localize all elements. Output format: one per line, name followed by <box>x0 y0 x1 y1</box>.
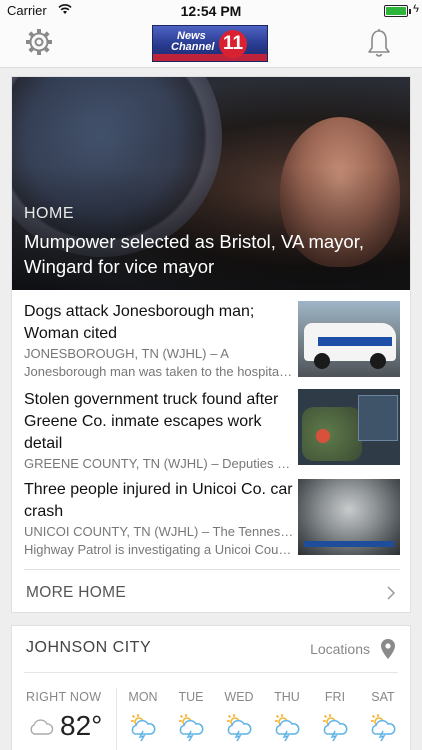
hero-section-label: HOME <box>24 205 74 222</box>
clock: 12:54 PM <box>180 3 242 19</box>
thunderstorm-icon <box>227 714 252 742</box>
forecast-day[interactable]: TUE <box>171 690 211 742</box>
hero-headline: Mumpower selected as Bristol, VA mayor, … <box>24 231 364 277</box>
forecast-day[interactable]: SAT <box>363 690 403 742</box>
story-snippet: UNICOI COUNTY, TN (WJHL) – The Tennessee… <box>24 524 294 557</box>
cloud-icon <box>30 719 54 735</box>
right-now-label: RIGHT NOW <box>26 690 102 704</box>
charging-icon: ϟ <box>413 3 419 15</box>
story-item[interactable]: Dogs attack Jonesborough man; Woman cite… <box>24 301 400 383</box>
weather-city: JOHNSON CITY <box>26 639 152 656</box>
thunderstorm-icon <box>323 714 348 742</box>
status-bar: Carrier 12:54 PM ϟ <box>0 0 422 22</box>
story-title: Dogs attack Jonesborough man; Woman cite… <box>24 303 255 342</box>
thunderstorm-icon <box>275 714 300 742</box>
thunderstorm-icon <box>179 714 204 742</box>
story-thumbnail <box>298 389 400 465</box>
forecast-day-name: MON <box>128 690 158 704</box>
forecast-day[interactable]: WED <box>219 690 259 742</box>
battery-icon <box>384 5 408 17</box>
forecast-day[interactable]: MON <box>123 690 163 742</box>
gear-icon[interactable] <box>24 27 54 57</box>
news-card: HOME Mumpower selected as Bristol, VA ma… <box>11 76 411 613</box>
locations-button[interactable]: Locations <box>310 641 370 657</box>
story-item[interactable]: Stolen government truck found after Gree… <box>24 389 400 471</box>
more-home-link[interactable]: MORE HOME <box>24 569 400 613</box>
top-nav: News Channel 11 <box>0 22 422 68</box>
story-snippet: JONESBOROUGH, TN (WJHL) – A Jonesborough… <box>24 346 294 379</box>
forecast-day-name: FRI <box>324 690 346 704</box>
forecast-day-name: TUE <box>178 690 204 704</box>
forecast-day-name: SAT <box>371 690 395 704</box>
more-home-label: MORE HOME <box>26 584 127 601</box>
story-thumbnail <box>298 301 400 377</box>
logo-text-channel: Channel <box>171 41 215 53</box>
story-item[interactable]: Three people injured in Unicoi Co. car c… <box>24 479 400 561</box>
chevron-right-icon <box>387 586 396 600</box>
hero-story[interactable]: HOME Mumpower selected as Bristol, VA ma… <box>12 77 410 290</box>
weather-card: JOHNSON CITY Locations RIGHT NOW 82° MON… <box>11 625 411 750</box>
thunderstorm-icon <box>371 714 396 742</box>
story-title: Three people injured in Unicoi Co. car c… <box>24 481 293 520</box>
story-thumbnail <box>298 479 400 555</box>
location-pin-icon[interactable] <box>380 638 396 660</box>
bell-icon[interactable] <box>366 28 392 58</box>
thunderstorm-icon <box>131 714 156 742</box>
news-channel-11-logo: News Channel 11 <box>152 25 268 62</box>
forecast-day-name: WED <box>224 690 254 704</box>
forecast-day[interactable]: FRI <box>315 690 355 742</box>
current-temperature: 82° <box>60 710 103 741</box>
forecast-day[interactable]: THU <box>267 690 307 742</box>
forecast-day-name: THU <box>274 690 300 704</box>
story-title: Stolen government truck found after Gree… <box>24 391 279 452</box>
story-snippet: GREENE COUNTY, TN (WJHL) – Deputies say… <box>24 456 294 471</box>
